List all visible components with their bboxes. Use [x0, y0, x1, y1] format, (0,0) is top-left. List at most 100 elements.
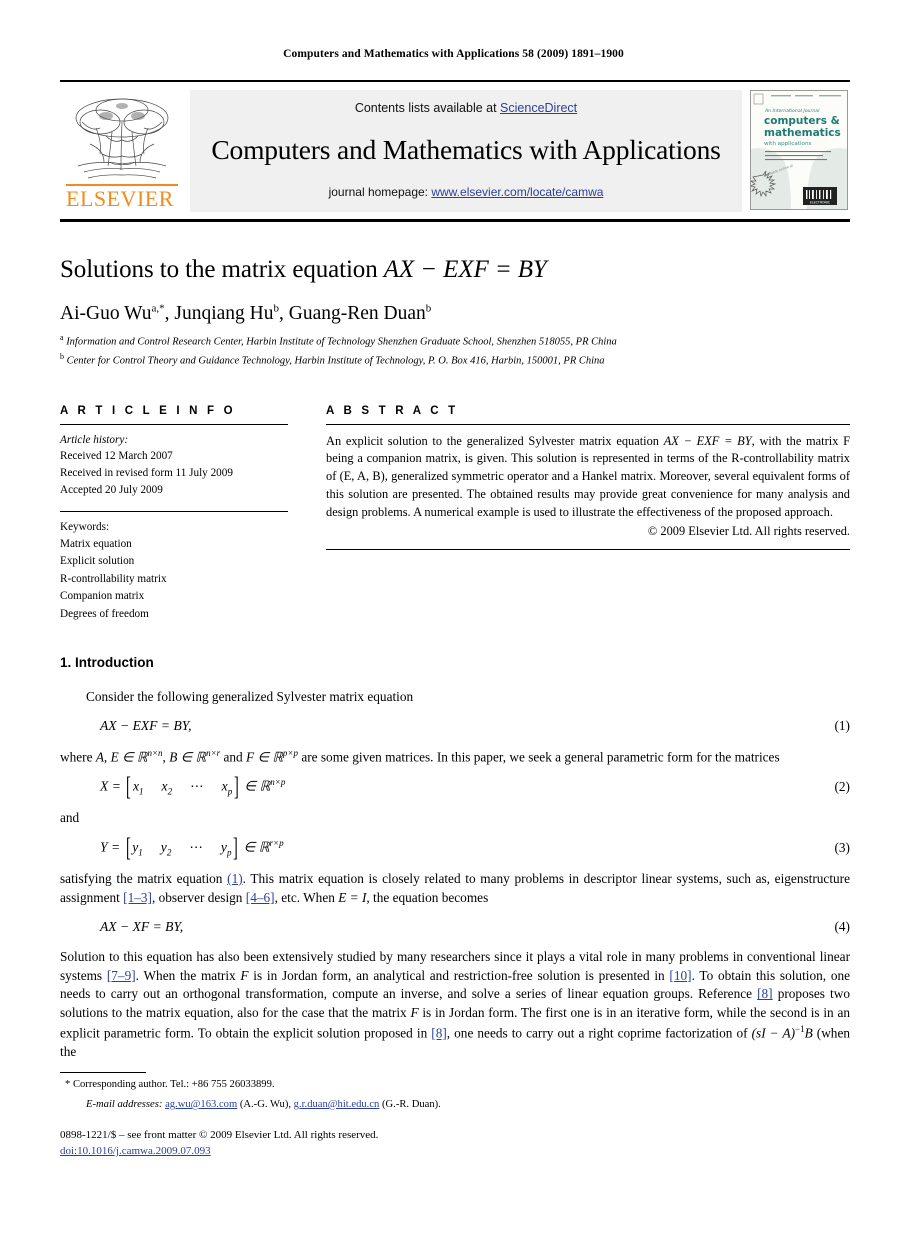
affiliation-text: Center for Control Theory and Guidance T… [66, 355, 605, 367]
article-info-column: A R T I C L E I N F O Article history: R… [60, 405, 288, 623]
satisfying-mid-3: , etc. When [274, 889, 339, 905]
article-history-item: Received in revised form 11 July 2009 [60, 467, 233, 480]
equation-3-set: ∈ ℝ [243, 839, 270, 855]
equation-2-set-sup: n×p [270, 777, 286, 788]
coprime-exponent: −1 [795, 1024, 805, 1035]
coprime-expression: (sI − A) [751, 1025, 796, 1041]
citation-eq-1[interactable]: (1) [227, 871, 243, 886]
article-info-heading: A R T I C L E I N F O [60, 404, 236, 417]
citation-8-second[interactable]: [8] [431, 1026, 447, 1041]
paper-title-text: Solutions to the matrix equation [60, 256, 384, 283]
masthead-bottom-rule [60, 219, 850, 222]
equation-1-number: (1) [834, 717, 850, 733]
elsevier-logo-block: ELSEVIER [60, 90, 184, 212]
citation-4-6[interactable]: [4–6] [246, 890, 275, 905]
contents-lists-line: Contents lists available at ScienceDirec… [355, 101, 577, 115]
bracket-left-icon: [ [126, 771, 132, 801]
equation-3-sub: 1 [138, 847, 143, 858]
citation-1-3[interactable]: [1–3] [123, 890, 152, 905]
equation-3-lhs: Y = [100, 839, 121, 855]
abstract-column: A B S T R A C T An explicit solution to … [326, 405, 850, 550]
journal-cover-thumbnail: An International Journal computers & mat… [750, 90, 848, 210]
footer-issn-block: 0898-1221/$ – see front matter © 2009 El… [60, 1128, 378, 1160]
author-name: Guang-Ren Duan [288, 302, 426, 324]
article-history-item: Received 12 March 2007 [60, 450, 173, 463]
corresponding-author-note: * Corresponding author. Tel.: +86 755 26… [65, 1079, 275, 1090]
equation-3-sub: p [226, 847, 232, 858]
journal-panel: Contents lists available at ScienceDirec… [190, 90, 742, 212]
equation-4-row: AX − XF = BY, (4) [60, 917, 850, 937]
satisfying-prefix: satisfying the matrix equation [60, 871, 228, 887]
keywords-block: Keywords: Matrix equation Explicit solut… [60, 512, 288, 623]
keyword-item: R-controllability matrix [60, 572, 167, 585]
journal-homepage-line: journal homepage: www.elsevier.com/locat… [329, 185, 604, 199]
dim-b: B ∈ ℝ [169, 749, 207, 765]
issn-line: 0898-1221/$ – see front matter © 2009 El… [60, 1129, 379, 1141]
satisfying-mid-2: , observer design [151, 889, 246, 905]
paper-title: Solutions to the matrix equation AX − EX… [60, 256, 847, 285]
svg-text:computers &: computers & [764, 115, 840, 127]
email-link-duan[interactable]: g.r.duan@hit.edu.cn [294, 1099, 380, 1110]
keyword-item: Explicit solution [60, 555, 135, 568]
sciencedirect-link[interactable]: ScienceDirect [500, 101, 577, 115]
citation-7-9[interactable]: [7–9] [107, 968, 136, 983]
email-label: E-mail addresses: [86, 1098, 163, 1110]
equation-1-row: AX − EXF = BY, (1) [60, 716, 850, 736]
coprime-b: B [804, 1025, 813, 1041]
footnote-rule [60, 1072, 146, 1073]
equation-3-ellipsis: ⋯ [189, 839, 203, 855]
abstract-heading: A B S T R A C T [326, 404, 459, 417]
author-marks: b [273, 302, 280, 315]
elsevier-tree-icon [75, 98, 169, 179]
equation-3-sub: 2 [166, 847, 172, 858]
dim-a-e: A, E ∈ ℝ [95, 749, 148, 765]
affiliation-mark: a [60, 333, 64, 343]
svg-text:ELECTRONIC: ELECTRONIC [810, 201, 831, 205]
solution-part-b: . When the matrix [135, 967, 241, 983]
doi-link[interactable]: doi:10.1016/j.camwa.2009.07.093 [60, 1145, 211, 1157]
affiliation: a Information and Control Research Cente… [60, 332, 847, 350]
citation-8-first[interactable]: [8] [757, 986, 773, 1001]
journal-cover-block: An International Journal computers & mat… [750, 90, 850, 212]
where-prefix: where [60, 749, 96, 765]
keywords-label: Keywords: [60, 520, 110, 533]
contents-prefix: Contents lists available at [354, 101, 501, 115]
paragraph-and: and [60, 810, 80, 826]
abstract-part-1: An explicit solution to the generalized … [326, 433, 664, 448]
equation-4-number: (4) [834, 918, 850, 934]
abstract-text: An explicit solution to the generalized … [326, 425, 850, 522]
equation-2-sub: 1 [139, 786, 144, 797]
abstract-copyright: © 2009 Elsevier Ltd. All rights reserved… [647, 523, 850, 538]
author-marks: a,* [151, 302, 165, 315]
citation-10[interactable]: [10] [669, 968, 691, 983]
keyword-item: Degrees of freedom [60, 607, 149, 620]
journal-masthead: ELSEVIER Contents lists available at Sci… [60, 80, 850, 212]
email-link-wu[interactable]: ag.wu@163.com [165, 1099, 237, 1110]
affiliation: b Center for Control Theory and Guidance… [60, 351, 847, 369]
equation-3-body: Y = [y1 y2 ⋯ yp] ∈ ℝr×p [60, 832, 834, 862]
info-abstract-row: A R T I C L E I N F O Article history: R… [60, 405, 850, 623]
journal-homepage-link[interactable]: www.elsevier.com/locate/camwa [431, 185, 603, 199]
article-history-label: Article history: [60, 433, 129, 446]
running-head: Computers and Mathematics with Applicati… [283, 48, 624, 60]
satisfying-suffix: , the equation becomes [366, 889, 489, 905]
bracket-right-icon: ] [233, 832, 239, 862]
paper-title-equation: AX − EXF = BY [383, 256, 547, 283]
dim-a-e-sup: n×n [147, 747, 163, 758]
affiliation-text: Information and Control Research Center,… [66, 336, 617, 348]
solution-part-c: is in Jordan form, an analytical and res… [248, 967, 670, 983]
paragraph-where-matrices: where A, E ∈ ℝn×n, B ∈ ℝn×r and F ∈ ℝp×p… [60, 747, 780, 765]
equation-2-sub: p [227, 786, 233, 797]
matrix-f-symbol: F [240, 967, 249, 983]
equation-2-body: X = [x1 x2 ⋯ xp] ∈ ℝn×p [60, 771, 834, 801]
equation-2-sub: 2 [167, 786, 173, 797]
equation-2-lhs: X = [100, 778, 121, 794]
email-owner-wu: (A.-G. Wu), [237, 1098, 292, 1110]
author-name: Junqiang Hu [174, 302, 274, 324]
bracket-right-icon: ] [234, 771, 239, 801]
equation-2-set: ∈ ℝ [244, 778, 271, 794]
equation-3-number: (3) [834, 839, 850, 855]
bracket-left-icon: [ [125, 832, 131, 862]
section-heading-introduction: 1. Introduction [60, 654, 154, 670]
dim-f-sup: p×p [282, 747, 298, 758]
